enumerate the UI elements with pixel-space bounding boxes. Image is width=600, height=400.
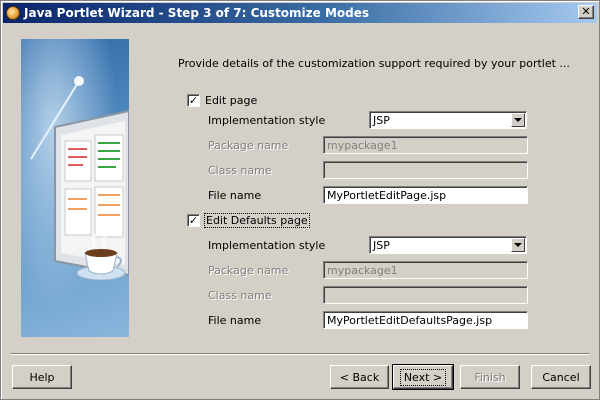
close-button[interactable]: ✕ bbox=[578, 5, 594, 19]
defaults-impl-style-label: Implementation style bbox=[208, 239, 326, 252]
defaults-impl-style-dropdown-button[interactable] bbox=[511, 238, 525, 252]
edit-file-field[interactable]: MyPortletEditPage.jsp bbox=[323, 186, 528, 204]
edit-impl-style-label: Implementation style bbox=[208, 114, 326, 127]
edit-defaults-checkbox[interactable]: ✓ bbox=[187, 214, 200, 227]
defaults-file-field[interactable]: MyPortletEditDefaultsPage.jsp bbox=[323, 311, 528, 329]
next-button-label: Next > bbox=[399, 368, 447, 386]
edit-page-checkbox-label[interactable]: Edit page bbox=[205, 94, 257, 107]
defaults-impl-style-value: JSP bbox=[373, 239, 390, 252]
defaults-package-field: mypackage1 bbox=[323, 261, 528, 279]
help-button-label: Help bbox=[29, 370, 55, 384]
defaults-file-label: File name bbox=[208, 314, 262, 327]
chevron-down-icon bbox=[514, 243, 522, 247]
back-button-label: < Back bbox=[339, 370, 380, 384]
edit-page-checkbox[interactable]: ✓ bbox=[187, 94, 200, 107]
wizard-illustration bbox=[21, 39, 129, 337]
edit-class-label: Class name bbox=[208, 164, 272, 177]
edit-package-label: Package name bbox=[208, 139, 289, 152]
edit-impl-style-value: JSP bbox=[373, 114, 390, 127]
edit-defaults-checkbox-label[interactable]: Edit Defaults page bbox=[204, 213, 310, 228]
title-bar: Java Portlet Wizard - Step 3 of 7: Custo… bbox=[3, 3, 597, 23]
finish-button: Finish bbox=[460, 365, 520, 389]
cancel-button[interactable]: Cancel bbox=[531, 365, 591, 389]
jdeveloper-app-icon bbox=[6, 6, 20, 20]
defaults-impl-style-select[interactable]: JSP bbox=[369, 236, 527, 254]
edit-impl-style-dropdown-button[interactable] bbox=[511, 113, 525, 127]
cancel-button-label: Cancel bbox=[542, 370, 580, 384]
edit-impl-style-select[interactable]: JSP bbox=[369, 111, 527, 129]
window-title: Java Portlet Wizard - Step 3 of 7: Custo… bbox=[24, 6, 370, 20]
defaults-class-field bbox=[323, 286, 528, 304]
finish-button-label: Finish bbox=[474, 370, 506, 384]
defaults-package-label: Package name bbox=[208, 264, 289, 277]
intro-text: Provide details of the customization sup… bbox=[178, 57, 570, 70]
footer-divider bbox=[11, 353, 589, 355]
help-button[interactable]: Help bbox=[12, 365, 72, 389]
wizard-dialog: Java Portlet Wizard - Step 3 of 7: Custo… bbox=[0, 0, 600, 400]
edit-package-field: mypackage1 bbox=[323, 136, 528, 154]
chevron-down-icon bbox=[514, 118, 522, 122]
defaults-class-label: Class name bbox=[208, 289, 272, 302]
portlet-monitor-illustration-icon bbox=[21, 39, 129, 337]
edit-page-checkbox-row[interactable]: ✓ Edit page bbox=[187, 94, 257, 107]
edit-file-label: File name bbox=[208, 189, 262, 202]
next-button[interactable]: Next > bbox=[392, 364, 454, 390]
back-button[interactable]: < Back bbox=[330, 365, 389, 389]
edit-defaults-checkbox-row[interactable]: ✓ Edit Defaults page bbox=[187, 213, 310, 228]
edit-class-field bbox=[323, 161, 528, 179]
